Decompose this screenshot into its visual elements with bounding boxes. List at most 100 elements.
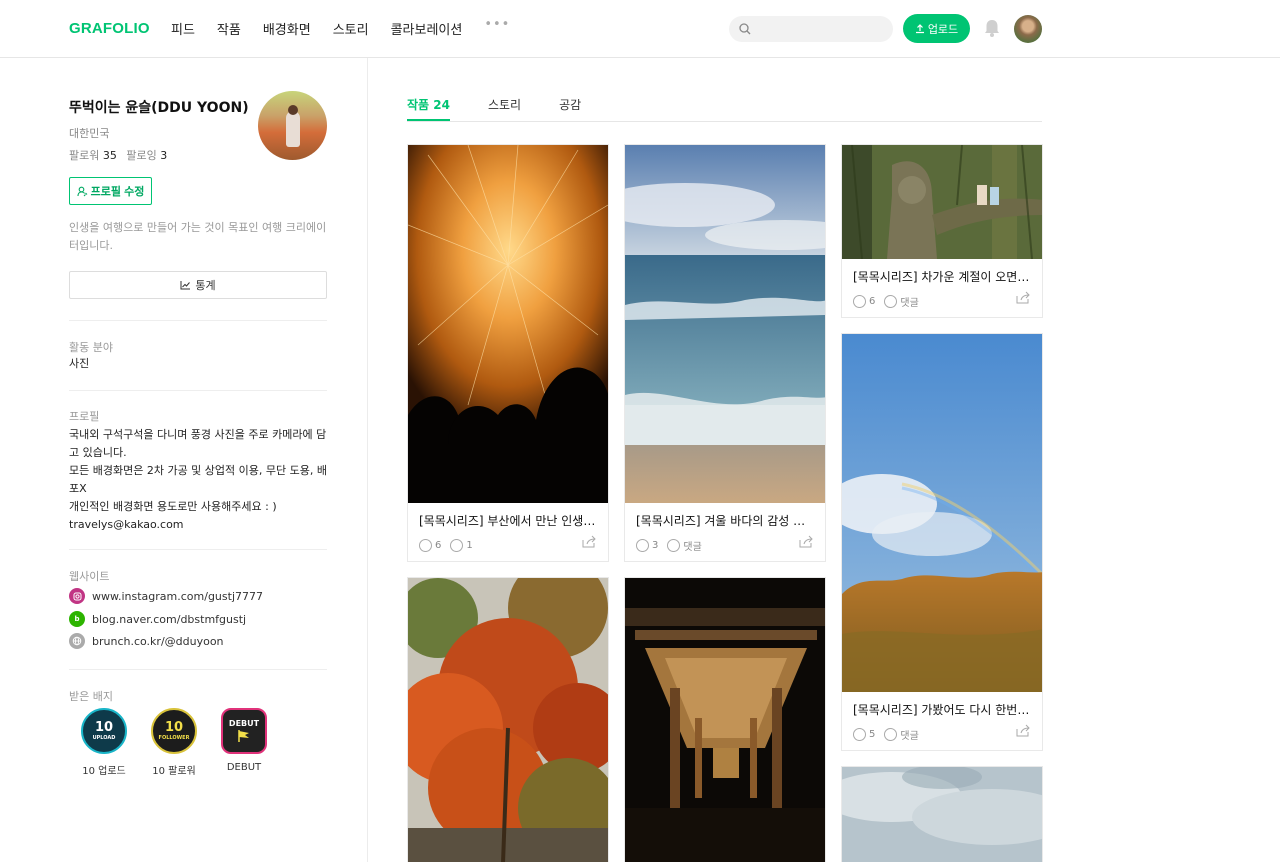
nav-works[interactable]: 작품 bbox=[217, 19, 241, 38]
artwork-thumbnail[interactable] bbox=[625, 578, 825, 862]
profile-sidebar: 뚜벅이는 윤슬(DDU YOON) 대한민국 팔로워 35 팔로잉 3 프로필 … bbox=[0, 58, 368, 862]
globe-icon bbox=[69, 633, 85, 649]
follower-badge-medal: 10 FOLLOWER bbox=[151, 708, 197, 754]
badge-debut[interactable]: DEBUT DEBUT bbox=[209, 708, 279, 777]
artwork-meta: 6 댓글 bbox=[842, 285, 1042, 311]
share-icon[interactable] bbox=[582, 535, 597, 548]
statistics-label: 통계 bbox=[195, 280, 216, 292]
user-avatar[interactable] bbox=[1014, 15, 1042, 43]
website-url[interactable]: www.instagram.com/gustj7777 bbox=[92, 590, 263, 603]
smile-icon bbox=[853, 728, 866, 741]
artwork-card[interactable] bbox=[624, 577, 826, 862]
badge-label: 10 팔로워 bbox=[152, 766, 196, 777]
nav-wallpapers[interactable]: 배경화면 bbox=[263, 19, 311, 38]
artwork-title[interactable]: [목목시리즈] 가봤어도 다시 한번,... bbox=[842, 692, 1042, 718]
like-button[interactable]: 5 bbox=[853, 728, 875, 741]
following-label[interactable]: 팔로잉 bbox=[126, 149, 156, 162]
more-menu-icon[interactable]: ••• bbox=[484, 17, 510, 38]
upload-label: 업로드 bbox=[927, 23, 959, 36]
artwork-title[interactable]: [목목시리즈] 차가운 계절이 오면 ... bbox=[842, 259, 1042, 285]
main-nav: 피드 작품 배경화면 스토리 콜라보레이션 ••• bbox=[171, 17, 532, 38]
website-link-instagram[interactable]: www.instagram.com/gustj7777 bbox=[69, 588, 263, 604]
chart-icon bbox=[180, 281, 191, 290]
artwork-card[interactable]: [목목시리즈] 가봤어도 다시 한번,... 5 댓글 bbox=[841, 333, 1043, 751]
upload-badge-medal: 10 UPLOAD bbox=[81, 708, 127, 754]
tab-works[interactable]: 작품 24 bbox=[407, 96, 450, 121]
rainbow-autumn-image bbox=[842, 334, 1042, 692]
artwork-thumbnail[interactable] bbox=[842, 145, 1042, 259]
artwork-meta: 5 댓글 bbox=[842, 718, 1042, 744]
night-temple-image bbox=[625, 578, 825, 862]
statistics-button[interactable]: 통계 bbox=[69, 271, 327, 299]
badge-label: DEBUT bbox=[226, 762, 262, 773]
artwork-thumbnail[interactable] bbox=[408, 578, 608, 862]
profile-name: 뚜벅이는 윤슬(DDU YOON) bbox=[69, 100, 249, 116]
artwork-card[interactable] bbox=[407, 577, 609, 862]
smile-icon bbox=[636, 539, 649, 552]
nav-feed[interactable]: 피드 bbox=[171, 19, 195, 38]
badge-upload[interactable]: 10 UPLOAD 10 업로드 bbox=[69, 708, 139, 777]
artwork-thumbnail[interactable] bbox=[625, 145, 825, 503]
edit-profile-label: 프로필 수정 bbox=[90, 186, 145, 198]
artwork-thumbnail[interactable] bbox=[842, 767, 1042, 862]
share-icon[interactable] bbox=[799, 535, 814, 548]
profile-photo bbox=[258, 91, 327, 160]
website-section-title: 웹사이트 bbox=[69, 570, 110, 583]
tab-stories[interactable]: 스토리 bbox=[488, 96, 521, 121]
artwork-card[interactable]: [목목시리즈] 부산에서 만난 인생 ... 6 1 bbox=[407, 144, 609, 562]
nav-collaboration[interactable]: 콜라보레이션 bbox=[391, 19, 463, 38]
artwork-title[interactable]: [목목시리즈] 겨울 바다의 감성 그... bbox=[625, 503, 825, 529]
tab-likes[interactable]: 공감 bbox=[559, 96, 581, 121]
website-link-blog[interactable]: b blog.naver.com/dbstmfgustj bbox=[69, 611, 246, 627]
like-button[interactable]: 6 bbox=[853, 295, 875, 308]
artwork-meta: 6 1 bbox=[408, 529, 608, 555]
profile-tabs: 작품 24 스토리 공감 bbox=[407, 96, 1042, 122]
profile-bio: 인생을 여행으로 만들어 가는 것이 목표인 여행 크리에이터입니다. bbox=[69, 221, 327, 252]
cloudy-sky-image bbox=[842, 767, 1042, 862]
share-icon[interactable] bbox=[1016, 291, 1031, 304]
comment-button[interactable]: 댓글 bbox=[667, 538, 702, 553]
edit-profile-button[interactable]: 프로필 수정 bbox=[69, 177, 152, 205]
jungle-statue-image bbox=[842, 145, 1042, 259]
notification-bell-icon[interactable] bbox=[983, 18, 1001, 38]
artwork-thumbnail[interactable] bbox=[842, 334, 1042, 692]
artwork-title[interactable]: [목목시리즈] 부산에서 만난 인생 ... bbox=[408, 503, 608, 529]
upload-button[interactable]: 업로드 bbox=[903, 14, 970, 43]
flag-icon bbox=[238, 730, 249, 742]
activity-field-value: 사진 bbox=[69, 357, 90, 370]
profile-description: 국내외 구석구석을 다니며 풍경 사진을 주로 카메라에 담고 있습니다. 모든… bbox=[69, 426, 331, 534]
comment-icon bbox=[667, 539, 681, 552]
badge-follower[interactable]: 10 FOLLOWER 10 팔로워 bbox=[139, 708, 209, 777]
comment-button[interactable]: 1 bbox=[450, 539, 473, 552]
badge-list: 10 UPLOAD 10 업로드 10 FOLLOWER 10 팔로워 DEBU… bbox=[69, 708, 279, 777]
artwork-card[interactable]: [목목시리즈] 차가운 계절이 오면 ... 6 댓글 bbox=[841, 144, 1043, 318]
debut-badge-medal: DEBUT bbox=[221, 708, 267, 754]
activity-field-title: 활동 분야 bbox=[69, 341, 113, 354]
followers-count[interactable]: 35 bbox=[103, 149, 117, 162]
website-url[interactable]: blog.naver.com/dbstmfgustj bbox=[92, 613, 246, 626]
smile-icon bbox=[419, 539, 432, 552]
badge-label: 10 업로드 bbox=[82, 766, 126, 777]
artwork-card[interactable]: [목목시리즈] 겨울 바다의 감성 그... 3 댓글 bbox=[624, 144, 826, 562]
search-input[interactable] bbox=[729, 16, 893, 42]
artwork-card[interactable] bbox=[841, 766, 1043, 862]
website-link-brunch[interactable]: brunch.co.kr/@dduyoon bbox=[69, 633, 224, 649]
following-count[interactable]: 3 bbox=[160, 149, 167, 162]
comment-icon bbox=[884, 295, 898, 308]
like-button[interactable]: 3 bbox=[636, 539, 658, 552]
profile-line: 개인적인 배경화면 용도로만 사용해주세요 : ) bbox=[69, 500, 277, 513]
profile-line: 모든 배경화면은 2차 가공 및 상업적 이용, 무단 도용, 배포X bbox=[69, 464, 327, 495]
nav-stories[interactable]: 스토리 bbox=[333, 19, 369, 38]
website-url[interactable]: brunch.co.kr/@dduyoon bbox=[92, 635, 224, 648]
profile-email[interactable]: travelys@kakao.com bbox=[69, 516, 331, 534]
followers-label[interactable]: 팔로워 bbox=[69, 149, 99, 162]
follow-counts: 팔로워 35 팔로잉 3 bbox=[69, 147, 173, 163]
grafolio-logo[interactable]: GRAFOLIO bbox=[69, 20, 150, 37]
like-button[interactable]: 6 bbox=[419, 539, 441, 552]
comment-button[interactable]: 댓글 bbox=[884, 294, 919, 309]
share-icon[interactable] bbox=[1016, 724, 1031, 737]
artwork-thumbnail[interactable] bbox=[408, 145, 608, 503]
profile-country: 대한민국 bbox=[69, 127, 110, 140]
instagram-icon bbox=[69, 588, 85, 604]
comment-button[interactable]: 댓글 bbox=[884, 727, 919, 742]
